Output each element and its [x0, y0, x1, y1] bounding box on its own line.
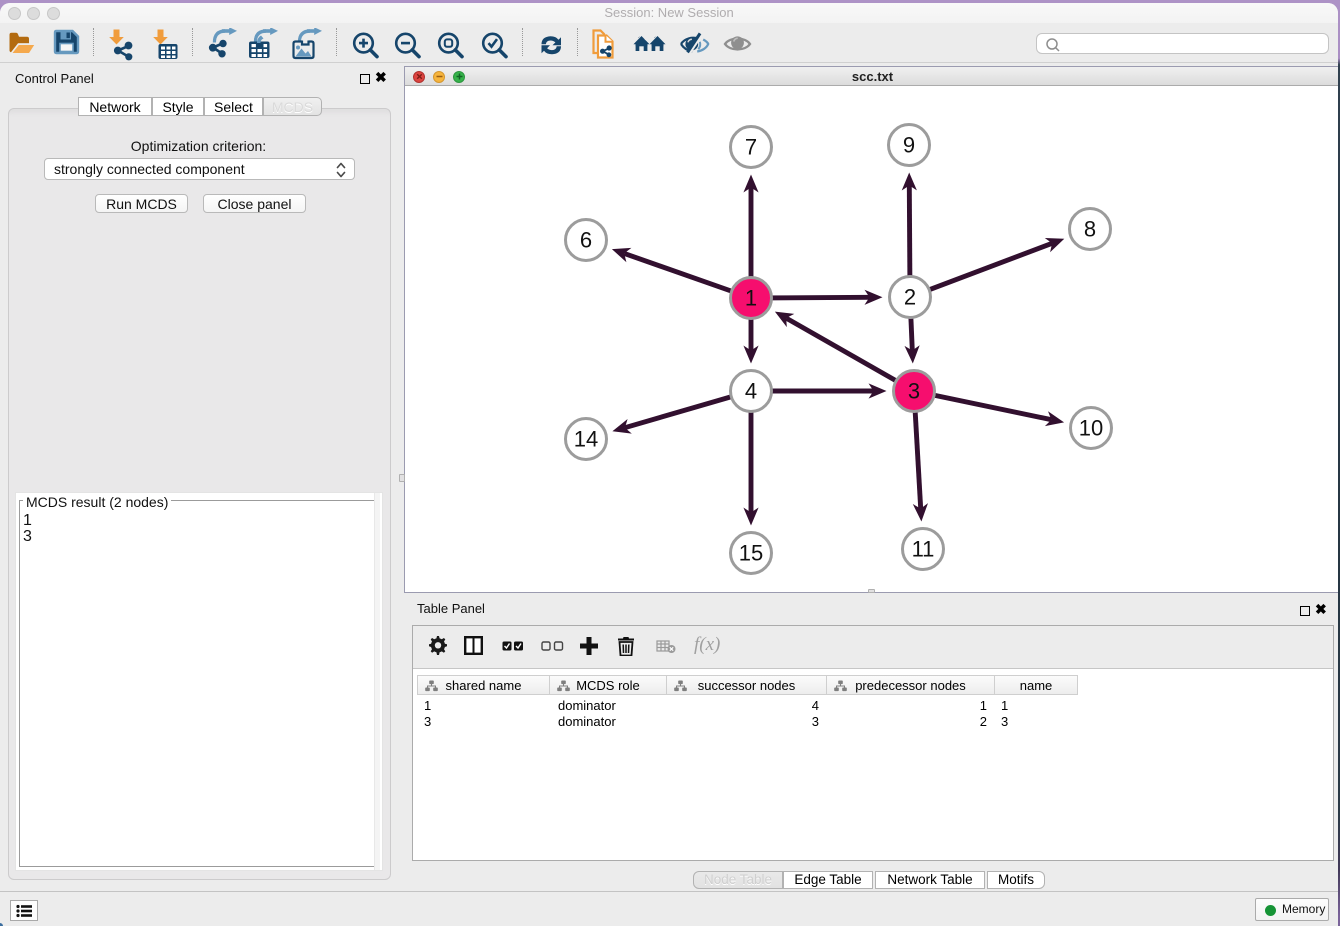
svg-text:1: 1	[745, 286, 757, 311]
svg-text:7: 7	[745, 135, 757, 160]
svg-text:11: 11	[912, 537, 935, 562]
svg-text:8: 8	[1084, 217, 1096, 242]
svg-text:3: 3	[908, 379, 920, 404]
svg-text:10: 10	[1079, 416, 1103, 441]
svg-text:f(x): f(x)	[694, 634, 720, 655]
svg-text:14: 14	[574, 427, 598, 452]
svg-text:2: 2	[904, 285, 916, 310]
svg-text:9: 9	[903, 133, 915, 158]
svg-text:6: 6	[580, 228, 592, 253]
svg-text:15: 15	[739, 541, 763, 566]
svg-text:4: 4	[745, 379, 757, 404]
